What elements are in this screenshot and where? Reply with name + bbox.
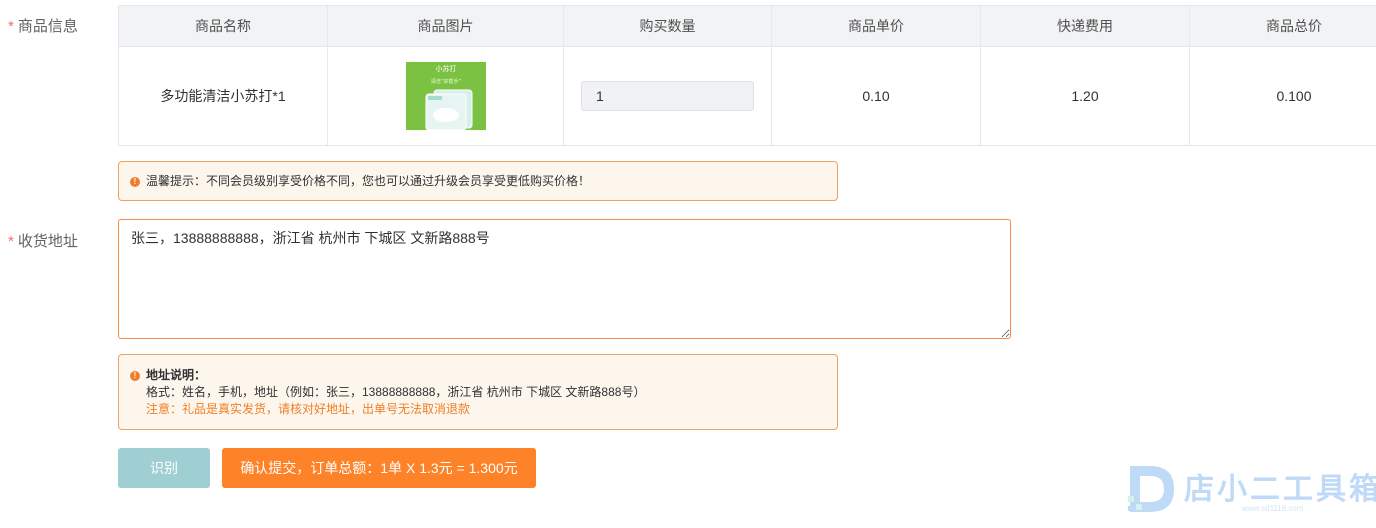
watermark-text: 店小二工具箱 — [1184, 473, 1376, 506]
header-quantity: 购买数量 — [563, 5, 772, 47]
table-header-row: 商品名称 商品图片 购买数量 商品单价 快递费用 商品总价 — [118, 5, 1376, 47]
watermark-url: www.sd1118.com — [1242, 504, 1304, 513]
header-unit-price: 商品单价 — [771, 5, 981, 47]
product-info-label: * 商品信息 — [8, 18, 78, 35]
address-format-text: 格式：姓名，手机，地址（例如：张三，13888888888，浙江省 杭州市 下城… — [146, 385, 646, 399]
confirm-submit-button[interactable]: 确认提交，订单总额：1单 X 1.3元 = 1.300元 — [222, 448, 536, 488]
header-total: 商品总价 — [1189, 5, 1376, 47]
quantity-cell — [563, 46, 772, 146]
member-tip-text: 温馨提示：不同会员级别享受价格不同，您也可以通过升级会员享受更低购买价格！ — [146, 174, 591, 188]
baking-soda-package-image: 小苏打 清洁“好帮手” — [405, 62, 486, 130]
address-warning-text: 注意：礼品是真实发货，请核对好地址，出单号无法取消退款 — [146, 402, 471, 416]
watermark-d-logo-icon — [1128, 466, 1174, 512]
table-row: 多功能清洁小苏打*1 小苏打 清洁“好帮手” 0.10 1.20 0.100 — [118, 46, 1376, 146]
watermark-logo: 店小二工具箱 www.sd1118.com — [1126, 462, 1376, 516]
member-tip-notice: ! 温馨提示：不同会员级别享受价格不同，您也可以通过升级会员享受更低购买价格！ — [118, 161, 838, 201]
image-subtitle-text: 清洁“好帮手” — [430, 78, 461, 85]
address-instructions-notice: ! 地址说明： 格式：姓名，手机，地址（例如：张三，13888888888，浙江省… — [118, 354, 838, 430]
product-name: 多功能清洁小苏打*1 — [118, 46, 328, 146]
header-product-image: 商品图片 — [327, 5, 564, 47]
shipping-fee: 1.20 — [980, 46, 1190, 146]
recognize-button[interactable]: 识别 — [118, 448, 210, 488]
unit-price: 0.10 — [771, 46, 981, 146]
address-label: * 收货地址 — [8, 233, 78, 250]
header-shipping: 快递费用 — [980, 5, 1190, 47]
exclamation-circle-icon: ! — [130, 176, 140, 187]
header-product-name: 商品名称 — [118, 5, 328, 47]
address-instructions-title: 地址说明： — [146, 368, 207, 382]
address-textarea[interactable]: 张三，13888888888，浙江省 杭州市 下城区 文新路888号 — [118, 219, 1011, 339]
exclamation-circle-icon: ! — [130, 370, 140, 381]
image-title-text: 小苏打 — [435, 64, 456, 73]
product-table: 商品名称 商品图片 购买数量 商品单价 快递费用 商品总价 多功能清洁小苏打*1… — [118, 5, 1376, 146]
quantity-input[interactable] — [581, 81, 754, 111]
product-image-cell: 小苏打 清洁“好帮手” — [327, 46, 564, 146]
total-price: 0.100 — [1189, 46, 1376, 146]
